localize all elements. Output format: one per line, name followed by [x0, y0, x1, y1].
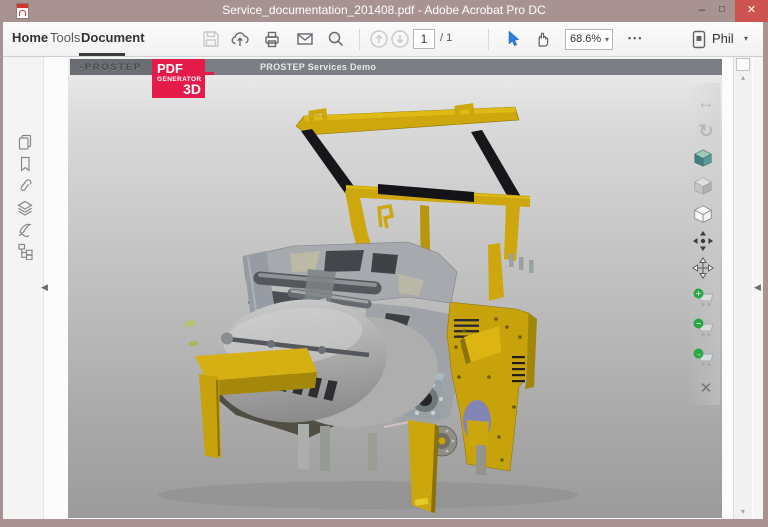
cart-add-badge: +	[696, 289, 701, 298]
scroll-up-icon[interactable]: ▴	[734, 73, 752, 82]
search-icon[interactable]	[326, 29, 346, 49]
left-navigation-rail	[3, 57, 44, 519]
bookmarks-icon[interactable]	[16, 155, 34, 173]
select-cursor-icon[interactable]	[503, 29, 523, 49]
view-cube-shaded-icon[interactable]	[692, 147, 720, 173]
save-icon[interactable]	[201, 29, 221, 49]
more-tools-button[interactable]: •••	[628, 33, 643, 43]
layers-icon[interactable]	[16, 199, 34, 217]
zoom-level-dropdown[interactable]: 68.6% ▾	[565, 29, 613, 50]
print-icon[interactable]	[262, 29, 282, 49]
move-model-icon[interactable]	[692, 257, 720, 283]
expand-right-panel-arrow[interactable]: ◀	[754, 282, 761, 293]
logo-red-tick	[205, 72, 214, 75]
rotate-icon[interactable]: ↻	[692, 119, 720, 145]
main-toolbar: Home Tools Document	[0, 22, 768, 57]
vertical-scrollbar[interactable]: ▴ ▾	[733, 57, 752, 519]
hand-tool-icon[interactable]	[533, 29, 553, 49]
tab-home[interactable]: Home	[12, 30, 48, 45]
user-menu[interactable]: Phil	[712, 31, 734, 46]
3d-model-machine[interactable]	[68, 75, 722, 518]
window-title: Service_documentation_201408.pdf - Adobe…	[0, 3, 768, 17]
collapse-left-panel-arrow[interactable]: ◀	[41, 282, 48, 293]
3d-annotation-viewport[interactable]: ↔ ↻	[68, 75, 722, 518]
cart-checkout-badge: →	[695, 351, 702, 358]
pan-icon[interactable]: ↔	[692, 90, 720, 116]
next-page-icon[interactable]	[390, 29, 410, 49]
close-3d-toolbar-icon[interactable]: ✕	[692, 377, 720, 403]
model-tree-icon[interactable]	[16, 242, 34, 260]
pdf-generator-3d-logo: PDF GENERATOR 3D	[152, 59, 205, 98]
toolbar-divider	[359, 29, 360, 50]
signatures-icon[interactable]	[16, 220, 34, 238]
scroll-down-icon[interactable]: ▾	[734, 507, 752, 516]
view-cube-gray-icon[interactable]	[692, 175, 720, 201]
attachments-icon[interactable]	[16, 177, 34, 195]
cart-remove-icon[interactable]: −	[692, 317, 720, 343]
toolbar-divider-2	[488, 29, 489, 50]
window-border-right	[763, 22, 768, 527]
window-border-bottom	[0, 519, 768, 527]
tab-tools[interactable]: Tools	[50, 30, 80, 45]
page-thumbnails-icon[interactable]	[16, 133, 34, 151]
active-tab-underline	[79, 53, 125, 56]
pdf-header-bar: PROSTEP Services Demo	[205, 59, 722, 75]
send-cloud-icon[interactable]	[230, 29, 250, 49]
move-parts-icon[interactable]	[692, 230, 720, 256]
window-border-left	[0, 22, 3, 527]
page-total-label: / 1	[440, 32, 452, 44]
page-number-input[interactable]: 1	[413, 29, 435, 49]
email-icon[interactable]	[295, 29, 315, 49]
cart-remove-badge: −	[696, 319, 701, 328]
acrobat-window: Service_documentation_201408.pdf - Adobe…	[0, 0, 768, 527]
tab-document[interactable]: Document	[81, 30, 145, 45]
document-area: ◀ -PROSTEP PROSTEP Services Demo PDF GEN…	[3, 57, 763, 519]
zoom-level-value: 68.6%	[570, 33, 601, 45]
pdf-page: -PROSTEP PROSTEP Services Demo PDF GENER…	[68, 58, 722, 518]
previous-page-icon[interactable]	[369, 29, 389, 49]
scrollbar-thumb[interactable]	[736, 58, 750, 71]
minimize-button[interactable]: –	[692, 0, 712, 22]
view-cube-wireframe-icon[interactable]	[692, 203, 720, 229]
user-caret-icon: ▾	[744, 34, 748, 43]
prostep-brand-logo: -PROSTEP	[70, 59, 152, 75]
close-button[interactable]: ✕	[735, 0, 768, 22]
cart-checkout-icon[interactable]: →	[692, 347, 720, 373]
mobile-device-icon[interactable]	[692, 30, 712, 50]
cart-add-icon[interactable]: +	[692, 287, 720, 313]
zoom-caret-icon: ▾	[605, 30, 609, 50]
maximize-button[interactable]: □	[712, 0, 732, 22]
title-bar[interactable]: Service_documentation_201408.pdf - Adobe…	[0, 0, 768, 22]
